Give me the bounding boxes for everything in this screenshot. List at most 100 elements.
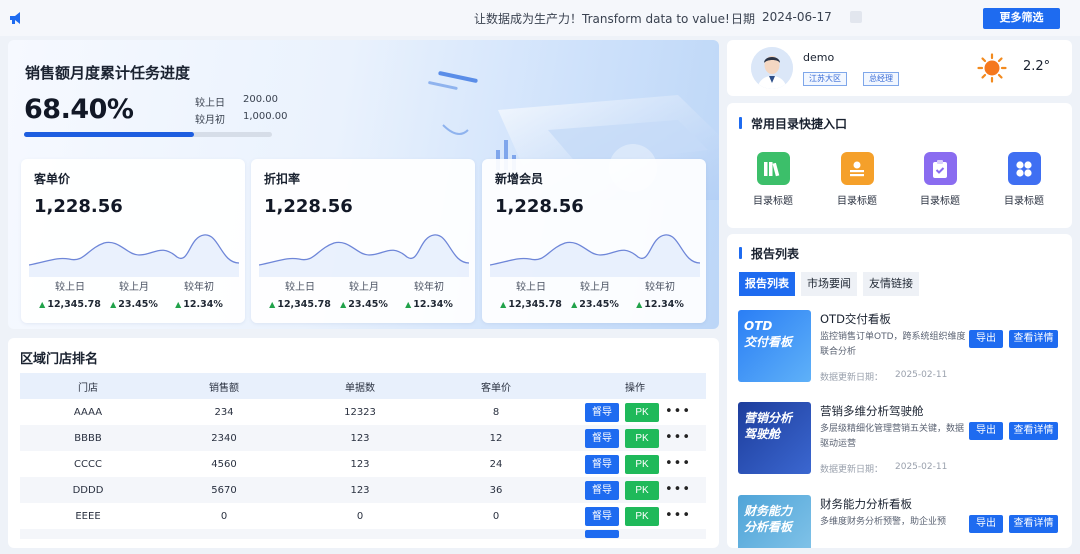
stat-label: 较年初: [645, 282, 675, 293]
stat-value: 12.34%: [413, 299, 453, 310]
report-title[interactable]: 营销多维分析驾驶舱: [820, 403, 924, 419]
cell-sales: 2340: [156, 425, 292, 451]
report-thumbnail[interactable]: OTD 交付看板: [738, 310, 811, 382]
report-item[interactable]: OTD 交付看板 OTD交付看板 监控销售订单OTD，跨系统组织维度联合分析 数…: [738, 310, 1068, 390]
compare-value: 1,000.00: [243, 111, 288, 122]
compare-value: 200.00: [243, 94, 278, 105]
more-actions-icon[interactable]: •••: [665, 431, 690, 444]
tab-report-list[interactable]: 报告列表: [739, 272, 795, 296]
up-arrow-icon: ▲: [110, 300, 117, 309]
stat-label: 较上日: [285, 282, 315, 293]
up-arrow-icon: ▲: [405, 300, 412, 309]
top-bar: 让数据成为生产力！Transform data to value! 日期 202…: [0, 0, 1080, 36]
pk-button[interactable]: PK: [625, 454, 659, 474]
tab-friend-links[interactable]: 友情链接: [863, 272, 919, 296]
more-actions-icon[interactable]: •••: [665, 457, 690, 470]
report-item[interactable]: 财务能力 分析看板 财务能力分析看板 多维度财务分析预警，助企业预 导出 查看详…: [738, 495, 1068, 548]
cell-avg-price: 0: [492, 510, 500, 522]
view-detail-button[interactable]: 查看详情: [1009, 515, 1058, 533]
table-header-row: 门店 销售额 单据数 客单价 操作: [20, 373, 706, 399]
more-filter-button[interactable]: 更多筛选: [983, 8, 1060, 29]
trend-sparkline: [259, 234, 469, 277]
export-button[interactable]: 导出: [969, 515, 1003, 533]
quick-entry-item[interactable]: 目录标题: [910, 152, 970, 207]
pk-button[interactable]: PK: [625, 402, 659, 422]
quick-entry-item[interactable]: 目录标题: [743, 152, 803, 207]
report-thumbnail[interactable]: 财务能力 分析看板: [738, 495, 811, 548]
date-value[interactable]: 2024-06-17: [762, 10, 832, 24]
cell-orders: 123: [350, 458, 370, 470]
cell-store: DDDD: [20, 477, 156, 503]
export-button[interactable]: 导出: [969, 422, 1003, 440]
stat-label: 较上日: [55, 282, 85, 293]
avatar[interactable]: [751, 47, 793, 89]
progress-percent: 68.40%: [24, 94, 134, 125]
supervise-button[interactable]: 督导: [585, 402, 619, 422]
compare-label: 较上日: [195, 98, 225, 109]
sales-progress-panel: 销售额月度累计任务进度 68.40% 较上日 200.00 较月初 1,000.…: [8, 40, 719, 329]
up-arrow-icon: ▲: [39, 300, 46, 309]
supervise-button[interactable]: 督导: [585, 454, 619, 474]
supervise-button[interactable]: 督导: [585, 428, 619, 448]
report-title[interactable]: 财务能力分析看板: [820, 496, 912, 512]
thumbnail-text: 财务能力 分析看板: [744, 504, 793, 534]
up-arrow-icon: ▲: [340, 300, 347, 309]
rank-title: 区域门店排名: [20, 352, 99, 367]
view-detail-button[interactable]: 查看详情: [1009, 422, 1058, 440]
more-actions-icon[interactable]: •••: [665, 483, 690, 496]
kpi-card-discount-rate[interactable]: 折扣率 1,228.56 较上日 较上月 较年初 ▲ 12,345.78 ▲ 23.…: [251, 159, 475, 323]
user-card: demo 江苏大区 总经理 2.2°: [727, 40, 1072, 96]
cell-sales: 234: [214, 406, 234, 418]
cell-sales: 5670: [156, 477, 292, 503]
report-list-panel: 报告列表 报告列表 市场要闻 友情链接 OTD 交付看板 OTD交付看板 监控销…: [727, 234, 1072, 548]
quick-entry-item[interactable]: 目录标题: [994, 152, 1054, 207]
stat-value: 23.45%: [118, 299, 158, 310]
pk-button[interactable]: PK: [625, 480, 659, 500]
report-title[interactable]: OTD交付看板: [820, 311, 891, 327]
column-header: 客单价: [428, 373, 564, 399]
supervise-button[interactable]: 督导: [585, 506, 619, 526]
report-tabs: 报告列表 市场要闻 友情链接: [739, 272, 919, 296]
trend-sparkline: [29, 234, 239, 277]
report-desc: 多维度财务分析预警，助企业预: [820, 517, 947, 527]
cell-sales: 0: [220, 510, 228, 522]
stat-label: 较上月: [119, 282, 149, 293]
more-actions-icon[interactable]: •••: [665, 405, 690, 418]
compare-label: 较月初: [195, 115, 225, 126]
calendar-toggle[interactable]: [850, 11, 862, 23]
view-detail-button[interactable]: 查看详情: [1009, 330, 1058, 348]
more-actions-icon[interactable]: •••: [665, 509, 690, 522]
report-date-label: 数据更新日期：: [820, 465, 884, 475]
quick-entry-label: 目录标题: [1004, 196, 1044, 207]
report-list-title: 报告列表: [739, 245, 799, 262]
cell-store: CCCC: [74, 458, 102, 470]
report-thumbnail[interactable]: 营销分析 驾驶舱: [738, 402, 811, 474]
cell-store: AAAA: [73, 406, 103, 418]
supervise-button-partial[interactable]: [585, 530, 619, 538]
trend-sparkline: [490, 234, 700, 277]
supervise-button[interactable]: 督导: [585, 480, 619, 500]
thumbnail-text: OTD 交付看板: [744, 319, 793, 349]
store-ranking-panel: 区域门店排名 门店 销售额 单据数 客单价 操作 AAAA 234 12323 …: [8, 338, 719, 548]
cell-avg-price: 24: [489, 458, 503, 470]
export-button[interactable]: 导出: [969, 330, 1003, 348]
megaphone-logo-icon: [10, 12, 20, 24]
tab-market-news[interactable]: 市场要闻: [801, 272, 857, 296]
stat-value: 23.45%: [579, 299, 619, 310]
kpi-card-avg-price[interactable]: 客单价 1,228.56 较上日 较上月 较年初 ▲ 12,345.78 ▲ 23.…: [21, 159, 245, 323]
stat-value: 12,345.78: [508, 299, 562, 310]
pk-button[interactable]: PK: [625, 506, 659, 526]
clipboard-check-icon: [923, 152, 957, 185]
cell-store: BBBB: [20, 425, 156, 451]
table-row-partial: [20, 529, 706, 539]
hero-title: 销售额月度累计任务进度: [25, 64, 191, 82]
pk-button[interactable]: PK: [625, 428, 659, 448]
quick-entry-item[interactable]: 目录标题: [827, 152, 887, 207]
kpi-value: 1,228.56: [264, 196, 353, 217]
report-item[interactable]: 营销分析 驾驶舱 营销多维分析驾驶舱 多层级精细化管理营销五关键，数据驱动运营 …: [738, 402, 1068, 482]
stat-label: 较上月: [580, 282, 610, 293]
cell-orders: 12323: [344, 406, 376, 418]
cell-orders: 123: [292, 477, 428, 503]
kpi-card-new-members[interactable]: 新增会员 1,228.56 较上日 较上月 较年初 ▲ 12,345.78 ▲ 23…: [482, 159, 706, 323]
kpi-value: 1,228.56: [34, 196, 123, 217]
